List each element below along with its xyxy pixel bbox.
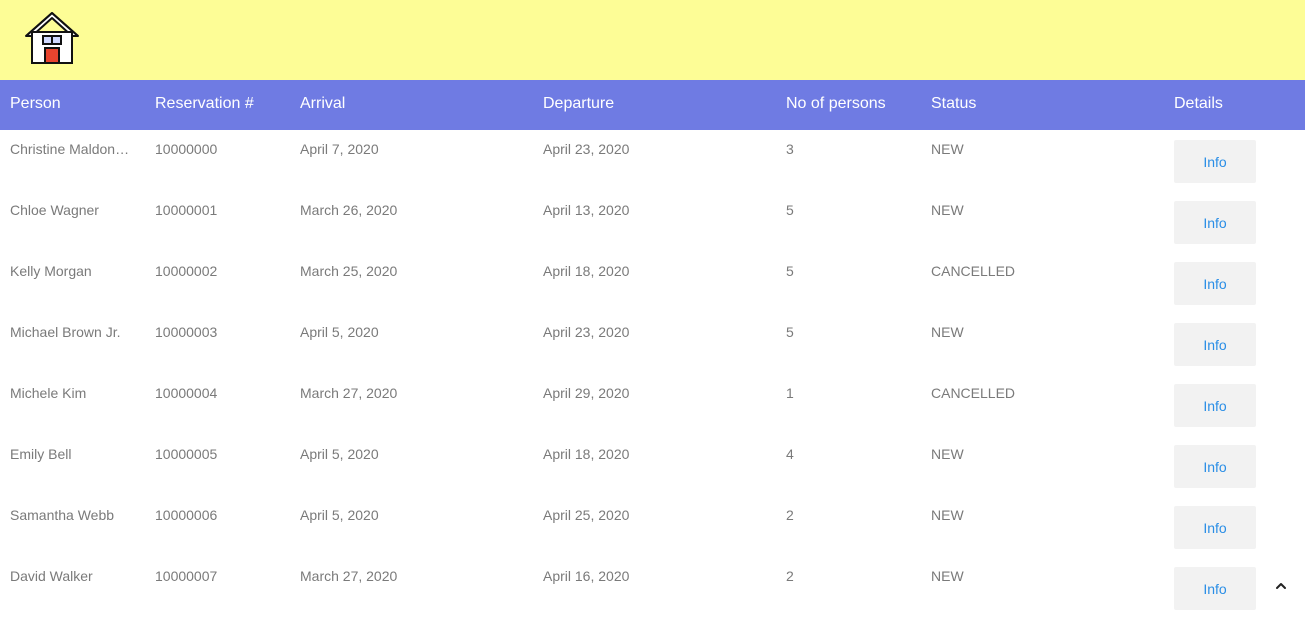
status-badge: CANCELLED: [931, 263, 1016, 279]
persons-count: 1: [786, 385, 794, 401]
arrival-date: April 5, 2020: [300, 324, 379, 340]
info-button[interactable]: Info: [1174, 262, 1256, 305]
column-header-status[interactable]: Status: [931, 80, 976, 130]
departure-date: April 23, 2020: [543, 324, 630, 340]
person-name: Chloe Wagner: [10, 202, 99, 218]
persons-count: 2: [786, 507, 794, 523]
arrival-date: March 27, 2020: [300, 568, 398, 584]
reservation-number: 10000003: [155, 324, 218, 340]
person-name: Emily Bell: [10, 446, 72, 462]
info-button[interactable]: Info: [1174, 140, 1256, 183]
person-name: Christine Maldonado: [10, 141, 130, 157]
persons-count: 5: [786, 202, 794, 218]
person-name: Michael Brown Jr.: [10, 324, 121, 340]
persons-count: 3: [786, 141, 794, 157]
reservation-number: 10000005: [155, 446, 218, 462]
departure-date: April 18, 2020: [543, 263, 630, 279]
table-row: Emily Bell 10000005 April 5, 2020 April …: [0, 435, 1305, 496]
scroll-to-top-button[interactable]: [1269, 574, 1293, 598]
reservation-number: 10000004: [155, 385, 218, 401]
status-badge: NEW: [931, 507, 964, 523]
info-button[interactable]: Info: [1174, 506, 1256, 549]
persons-count: 5: [786, 324, 794, 340]
table-row: Michael Brown Jr. 10000003 April 5, 2020…: [0, 313, 1305, 374]
reservation-number: 10000002: [155, 263, 218, 279]
arrival-date: April 7, 2020: [300, 141, 379, 157]
departure-date: April 16, 2020: [543, 568, 630, 584]
arrival-date: April 5, 2020: [300, 507, 379, 523]
departure-date: April 13, 2020: [543, 202, 630, 218]
table-row: David Walker 10000007 March 27, 2020 Apr…: [0, 557, 1305, 618]
column-header-details[interactable]: Details: [1174, 80, 1223, 130]
info-button[interactable]: Info: [1174, 384, 1256, 427]
reservation-number: 10000007: [155, 568, 218, 584]
table-row: Chloe Wagner 10000001 March 26, 2020 Apr…: [0, 191, 1305, 252]
house-icon[interactable]: [24, 10, 80, 66]
info-button[interactable]: Info: [1174, 201, 1256, 244]
departure-date: April 18, 2020: [543, 446, 630, 462]
person-name: Michele Kim: [10, 385, 87, 401]
status-badge: NEW: [931, 141, 964, 157]
info-button[interactable]: Info: [1174, 323, 1256, 366]
top-bar: [0, 0, 1305, 80]
info-button[interactable]: Info: [1174, 567, 1256, 610]
reservation-number: 10000000: [155, 141, 218, 157]
departure-date: April 23, 2020: [543, 141, 630, 157]
status-badge: CANCELLED: [931, 385, 1016, 401]
persons-count: 2: [786, 568, 794, 584]
info-button[interactable]: Info: [1174, 445, 1256, 488]
table-row: Samantha Webb 10000006 April 5, 2020 Apr…: [0, 496, 1305, 557]
departure-date: April 25, 2020: [543, 507, 630, 523]
status-badge: NEW: [931, 202, 964, 218]
status-badge: NEW: [931, 324, 964, 340]
person-name: Samantha Webb: [10, 507, 115, 523]
table-row: Kelly Morgan 10000002 March 25, 2020 Apr…: [0, 252, 1305, 313]
person-name: Kelly Morgan: [10, 263, 92, 279]
arrival-date: March 27, 2020: [300, 385, 398, 401]
arrival-date: March 25, 2020: [300, 263, 398, 279]
reservation-number: 10000006: [155, 507, 218, 523]
column-header-departure[interactable]: Departure: [543, 80, 614, 130]
status-badge: NEW: [931, 568, 964, 584]
status-badge: NEW: [931, 446, 964, 462]
column-header-reservation[interactable]: Reservation #: [155, 80, 254, 130]
person-name: David Walker: [10, 568, 93, 584]
arrival-date: March 26, 2020: [300, 202, 398, 218]
table-header: Person Reservation # Arrival Departure N…: [0, 80, 1305, 130]
column-header-person[interactable]: Person: [10, 80, 61, 130]
column-header-persons[interactable]: No of persons: [786, 80, 886, 130]
table-row: Michele Kim 10000004 March 27, 2020 Apri…: [0, 374, 1305, 435]
column-header-arrival[interactable]: Arrival: [300, 80, 345, 130]
departure-date: April 29, 2020: [543, 385, 630, 401]
table-row: Christine Maldonado 10000000 April 7, 20…: [0, 130, 1305, 191]
persons-count: 5: [786, 263, 794, 279]
chevron-up-icon: [1276, 583, 1286, 589]
persons-count: 4: [786, 446, 794, 462]
arrival-date: April 5, 2020: [300, 446, 379, 462]
reservation-number: 10000001: [155, 202, 218, 218]
